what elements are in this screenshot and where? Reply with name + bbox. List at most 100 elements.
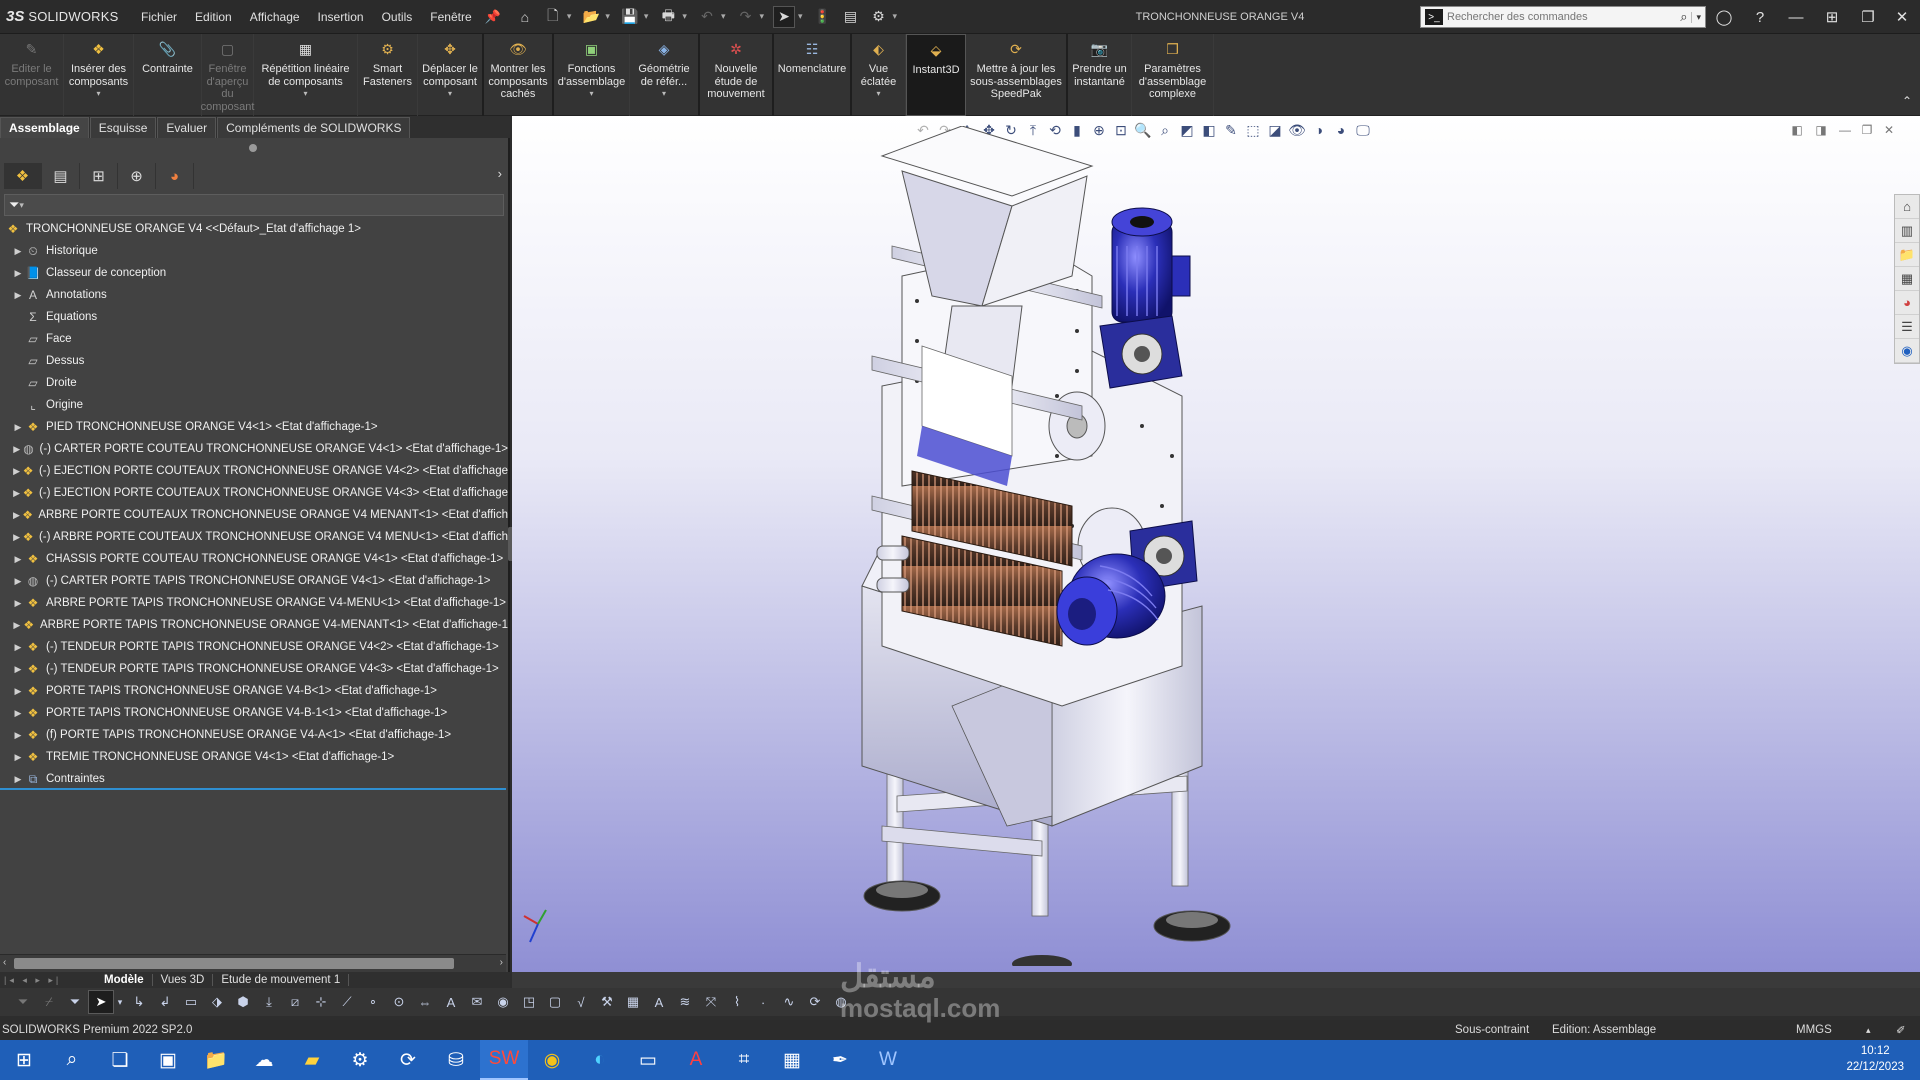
search-icon[interactable]: ⌕ bbox=[48, 1040, 96, 1080]
redo-icon[interactable]: ↷ bbox=[734, 6, 756, 28]
edge-icon[interactable]: ◐ bbox=[576, 1040, 624, 1080]
tree-item[interactable]: ▶ ❖ PORTE TAPIS TRONCHONNEUSE ORANGE V4-B-… bbox=[4, 702, 508, 724]
instant3d-button[interactable]: ⬙ Instant3D bbox=[906, 34, 966, 116]
expand-arrow-icon[interactable]: ▶ bbox=[12, 554, 24, 565]
word-icon[interactable]: W bbox=[864, 1040, 912, 1080]
undo-dropdown-icon[interactable]: ▾ bbox=[721, 11, 726, 22]
filter-axes-icon[interactable]: ⤓ bbox=[256, 990, 282, 1014]
exploded-view-button[interactable]: ⬖ Vue éclatée ▾ bbox=[852, 34, 906, 116]
rebuild-traffic-light-icon[interactable]: 🚦 bbox=[812, 6, 834, 28]
tree-item[interactable]: ▶ ❖ ARBRE PORTE TAPIS TRONCHONNEUSE ORANGE… bbox=[4, 614, 508, 636]
tree-item[interactable]: ▶ ❖ (-) EJECTION PORTE COUTEAUX TRONCHONNE… bbox=[4, 460, 508, 482]
filter-toggle-icon[interactable]: ⏷ bbox=[10, 990, 36, 1014]
filter-faces-icon[interactable]: ▭ bbox=[178, 990, 204, 1014]
expand-arrow-icon[interactable]: ▶ bbox=[12, 620, 22, 631]
tab-modele[interactable]: Modèle bbox=[96, 974, 153, 986]
filter-datum-icon[interactable]: ◳ bbox=[516, 990, 542, 1014]
menu-fichier[interactable]: Fichier bbox=[132, 10, 186, 24]
scroll-left-icon[interactable]: ‹ bbox=[3, 957, 6, 968]
select-dropdown-icon[interactable]: ▾ bbox=[114, 990, 126, 1014]
tree-item[interactable]: ▶ ❖ (-) ARBRE PORTE COUTEAUX TRONCHONNEUSE… bbox=[4, 526, 508, 548]
configuration-manager-tab-icon[interactable]: ⊞ bbox=[80, 163, 118, 189]
solidworks-logo[interactable]: 3S SOLIDWORKS bbox=[0, 8, 132, 25]
upper-motor[interactable] bbox=[1099, 207, 1191, 389]
expand-arrow-icon[interactable]: ▶ bbox=[12, 488, 21, 499]
vp-restore-icon[interactable]: ❐ bbox=[1858, 122, 1876, 138]
filter-midpoints-icon[interactable]: ∘ bbox=[360, 990, 386, 1014]
filter-vertices-icon[interactable]: ↳ bbox=[126, 990, 152, 1014]
filter-edges-icon[interactable]: ↲ bbox=[152, 990, 178, 1014]
tree-filter-box[interactable]: ⏷ ▾ bbox=[4, 194, 504, 216]
filter-routing-icon[interactable]: ⤧ bbox=[698, 990, 724, 1014]
filter-notes-icon[interactable]: ✉ bbox=[464, 990, 490, 1014]
user-account-icon[interactable]: ◯ bbox=[1712, 6, 1736, 28]
dimxpert-tab-icon[interactable]: ⊕ bbox=[118, 163, 156, 189]
tree-item[interactable]: ▶ 📘 Classeur de conception bbox=[4, 262, 508, 284]
expand-arrow-icon[interactable]: ▶ bbox=[12, 752, 24, 763]
sync-app-icon[interactable]: ⟳ bbox=[384, 1040, 432, 1080]
chevron-up-icon[interactable]: ⌃ bbox=[1902, 94, 1912, 108]
bom-button[interactable]: ☷ Nomenclature bbox=[774, 34, 852, 116]
layout-icon[interactable]: ⊞ bbox=[1820, 6, 1844, 28]
expand-arrow-icon[interactable]: ▶ bbox=[12, 664, 24, 675]
expand-arrow-icon[interactable]: ▶ bbox=[12, 444, 21, 455]
chevron-down-icon[interactable]: ▾ bbox=[876, 88, 880, 101]
expand-arrow-icon[interactable]: ▶ bbox=[12, 730, 24, 741]
undo-icon[interactable]: ↶ bbox=[696, 6, 718, 28]
filter-sketch-segments-icon[interactable]: ⟋ bbox=[334, 990, 360, 1014]
new-dropdown-icon[interactable]: ▾ bbox=[567, 11, 572, 22]
mate-button[interactable]: 📎 Contrainte bbox=[134, 34, 202, 116]
tree-item[interactable]: ▱ Droite bbox=[4, 372, 508, 394]
filter-solid-bodies-icon[interactable]: ⬢ bbox=[230, 990, 256, 1014]
smart-fasteners-button[interactable]: ⚙ Smart Fasteners bbox=[358, 34, 418, 116]
selection-filter-icon[interactable]: ⏷ bbox=[62, 990, 88, 1014]
save-dropdown-icon[interactable]: ▾ bbox=[644, 11, 649, 22]
filter-cosmetic-threads-icon[interactable]: ≋ bbox=[672, 990, 698, 1014]
tree-item[interactable]: ▶ ❖ (-) TENDEUR PORTE TAPIS TRONCHONNEUSE … bbox=[4, 636, 508, 658]
menu-affichage[interactable]: Affichage bbox=[241, 10, 309, 24]
filter-annotations-icon[interactable]: A bbox=[438, 990, 464, 1014]
menu-outils[interactable]: Outils bbox=[373, 10, 422, 24]
vp-split-left-icon[interactable]: ◧ bbox=[1788, 122, 1806, 138]
print-dropdown-icon[interactable]: ▾ bbox=[682, 11, 687, 22]
tree-item[interactable]: ▶ ❖ PORTE TAPIS TRONCHONNEUSE ORANGE V4-B<… bbox=[4, 680, 508, 702]
tab-assemblage[interactable]: Assemblage bbox=[0, 117, 89, 138]
sticky-notes-icon[interactable]: ▰ bbox=[288, 1040, 336, 1080]
filter-curves-icon[interactable]: ∿ bbox=[776, 990, 802, 1014]
new-motion-study-button[interactable]: ✲ Nouvelle étude de mouvement bbox=[700, 34, 774, 116]
tree-item[interactable]: ▶ ⧉ Contraintes bbox=[4, 768, 508, 790]
command-search-box[interactable]: >_ ⌕ ▾ bbox=[1420, 6, 1706, 28]
expand-arrow-icon[interactable]: ▶ bbox=[12, 576, 24, 587]
rollback-bar[interactable] bbox=[0, 788, 506, 790]
preview-window-button[interactable]: ▢ Fenêtre d'aperçu du composant bbox=[201, 34, 254, 116]
search-dropdown-icon[interactable]: ▾ bbox=[1691, 11, 1705, 23]
tree-item[interactable]: ▶ ❖ TREMIE TRONCHONNEUSE ORANGE V4<1> <Eta… bbox=[4, 746, 508, 768]
open-folder-icon[interactable]: 📂 bbox=[580, 6, 602, 28]
filter-dropdown-icon[interactable]: ▾ bbox=[19, 200, 24, 211]
reference-geometry-button[interactable]: ◈ Géométrie de référ... ▾ bbox=[630, 34, 700, 116]
print-icon[interactable]: 🖶 bbox=[657, 6, 679, 28]
filter-dimensions-icon[interactable]: ⇔ bbox=[412, 990, 438, 1014]
network-app-icon[interactable]: ⛁ bbox=[432, 1040, 480, 1080]
menu-edition[interactable]: Edition bbox=[186, 10, 241, 24]
expand-arrow-icon[interactable]: ▶ bbox=[12, 708, 24, 719]
select-cursor-icon[interactable]: ➤ bbox=[773, 5, 795, 28]
expand-arrow-icon[interactable]: ▶ bbox=[12, 642, 24, 653]
home-icon[interactable]: ⌂ bbox=[514, 6, 536, 28]
tree-item[interactable]: Σ Equations bbox=[4, 306, 508, 328]
vp-minimize-icon[interactable]: — bbox=[1836, 122, 1854, 138]
horizontal-scrollbar[interactable]: ‹ › bbox=[0, 954, 506, 972]
menu-insertion[interactable]: Insertion bbox=[309, 10, 373, 24]
tree-item[interactable]: ▶ ❖ (-) EJECTION PORTE COUTEAUX TRONCHONNE… bbox=[4, 482, 508, 504]
chrome-icon[interactable]: ◉ bbox=[528, 1040, 576, 1080]
filter-surface-bodies-icon[interactable]: ⬗ bbox=[204, 990, 230, 1014]
cloud-app-icon[interactable]: ☁ bbox=[240, 1040, 288, 1080]
expand-arrow-icon[interactable]: ▶ bbox=[12, 598, 24, 609]
quick-tips-icon[interactable]: ✐ bbox=[1896, 1023, 1906, 1037]
filter-gtol-icon[interactable]: ▢ bbox=[542, 990, 568, 1014]
expand-arrow-icon[interactable]: ▶ bbox=[12, 290, 24, 301]
menu-fenetre[interactable]: Fenêtre bbox=[421, 10, 480, 24]
file-explorer-icon[interactable]: 📁 bbox=[192, 1040, 240, 1080]
filter-weld-bead-icon[interactable]: ⌇ bbox=[724, 990, 750, 1014]
unit-system-text[interactable]: MMGS bbox=[1796, 1024, 1832, 1036]
